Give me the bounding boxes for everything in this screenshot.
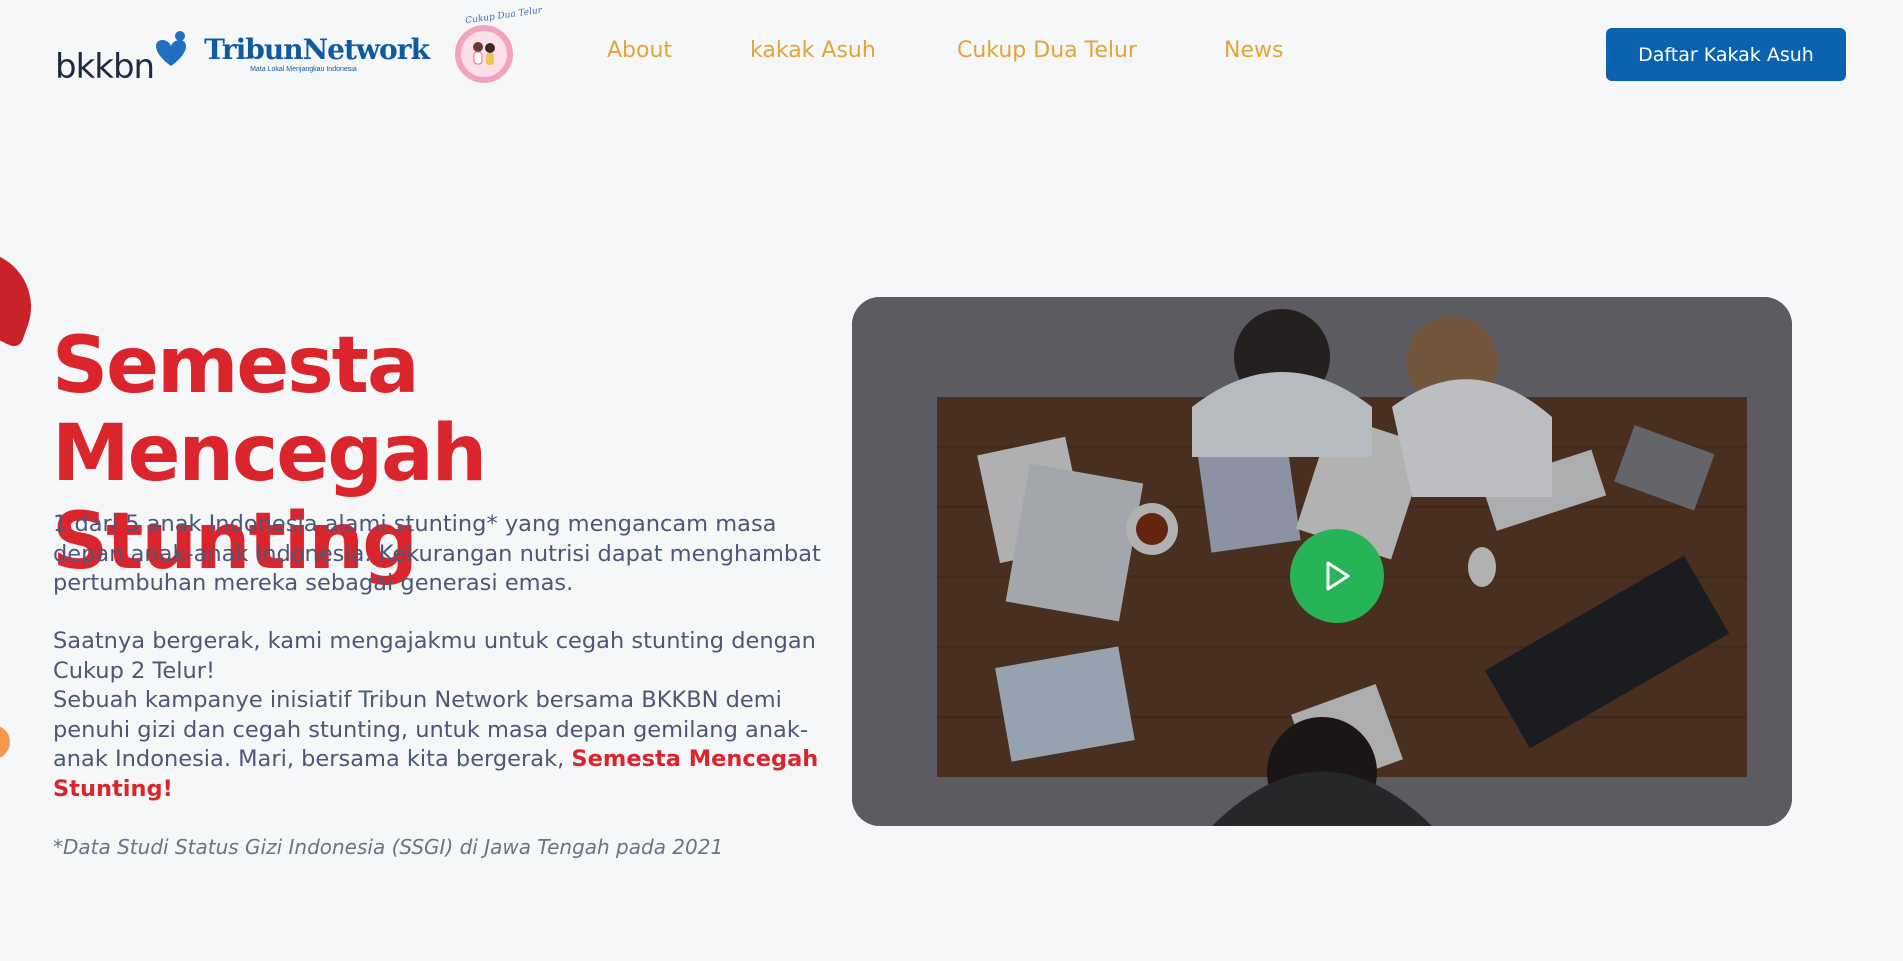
hero-paragraph-2-line-2: Sebuah kampanye inisiatif Tribun Network… <box>53 686 833 804</box>
decorative-red-shape <box>0 251 47 349</box>
play-icon <box>1326 561 1350 591</box>
children-illustration-icon <box>472 42 495 65</box>
nav-kakak-asuh[interactable]: kakak Asuh <box>750 38 876 63</box>
bkkbn-logo-text: bkkbn <box>55 47 155 87</box>
partner-logos: bkkbn TribunNetwork Mata Lokal Menjangka… <box>55 6 543 94</box>
nav-cukup-dua-telur[interactable]: Cukup Dua Telur <box>957 38 1137 63</box>
nav-about[interactable]: About <box>607 38 672 63</box>
data-footnote: *Data Studi Status Gizi Indonesia (SSGI)… <box>53 835 724 859</box>
play-button[interactable] <box>1290 529 1384 623</box>
bkkbn-logo[interactable]: bkkbn <box>55 24 192 84</box>
site-header: bkkbn TribunNetwork Mata Lokal Menjangka… <box>0 0 1903 110</box>
badge-inner <box>460 31 507 77</box>
bkkbn-heart-icon <box>156 31 187 66</box>
nav-news[interactable]: News <box>1224 38 1283 63</box>
tribun-logo-tagline: Mata Lokal Menjangkau Indonesia <box>250 65 357 73</box>
hero-paragraph-2-line-1: Saatnya bergerak, kami mengajakmu untuk … <box>53 628 816 684</box>
tribun-network-logo[interactable]: TribunNetwork Mata Lokal Menjangkau Indo… <box>204 32 430 73</box>
decorative-orange-shape <box>0 725 10 759</box>
tribun-logo-text: TribunNetwork <box>204 32 430 66</box>
hero-paragraph-1: 1 dari 5 anak Indonesia alami stunting* … <box>53 511 821 596</box>
daftar-kakak-asuh-button[interactable]: Daftar Kakak Asuh <box>1606 28 1846 81</box>
cukup-dua-telur-logo[interactable]: Cukup Dua Telur <box>454 6 543 83</box>
badge-arc-text: Cukup Dua Telur <box>464 5 543 27</box>
hero-paragraph-2: Saatnya bergerak, kami mengajakmu untuk … <box>53 627 833 804</box>
